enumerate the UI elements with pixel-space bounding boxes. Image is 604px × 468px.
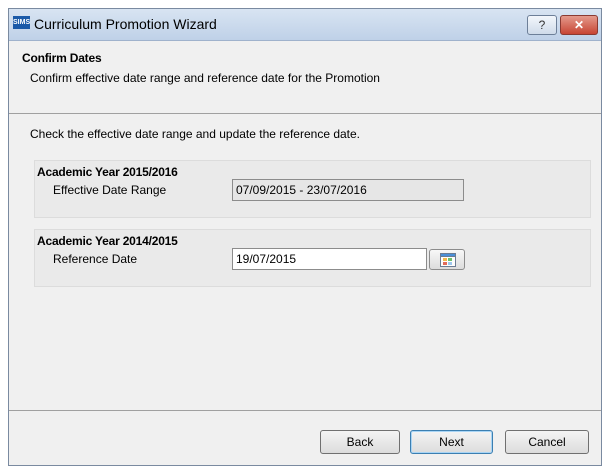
calendar-icon: [440, 253, 456, 267]
sims-logo: SIMS: [13, 16, 30, 29]
group-title: Academic Year 2015/2016: [37, 165, 178, 179]
reference-date-label: Reference Date: [53, 252, 138, 266]
instruction-text: Check the effective date range and updat…: [30, 127, 361, 141]
step-subtitle: Confirm effective date range and referen…: [30, 71, 380, 85]
group-title: Academic Year 2014/2015: [37, 234, 178, 248]
back-button[interactable]: Back: [320, 430, 400, 454]
step-title: Confirm Dates: [22, 51, 102, 65]
academic-year-current-group: Academic Year 2015/2016 Effective Date R…: [34, 160, 591, 218]
close-button[interactable]: ✕: [560, 15, 598, 35]
title-bar: SIMS Curriculum Promotion Wizard ? ✕: [9, 9, 601, 41]
cancel-button[interactable]: Cancel: [505, 430, 589, 454]
academic-year-previous-group: Academic Year 2014/2015 Reference Date 1…: [34, 229, 591, 287]
next-button[interactable]: Next: [410, 430, 493, 454]
wizard-header: Confirm Dates Confirm effective date ran…: [9, 41, 601, 114]
help-button[interactable]: ?: [527, 15, 557, 35]
reference-date-input[interactable]: 19/07/2015: [232, 248, 427, 270]
calendar-button[interactable]: [429, 249, 465, 270]
window-title: Curriculum Promotion Wizard: [34, 16, 217, 32]
effective-date-range-field: 07/09/2015 - 23/07/2016: [232, 179, 464, 201]
effective-date-range-label: Effective Date Range: [53, 183, 167, 197]
wizard-footer: Back Next Cancel: [9, 410, 601, 465]
wizard-window: SIMS Curriculum Promotion Wizard ? ✕ Con…: [8, 8, 602, 466]
